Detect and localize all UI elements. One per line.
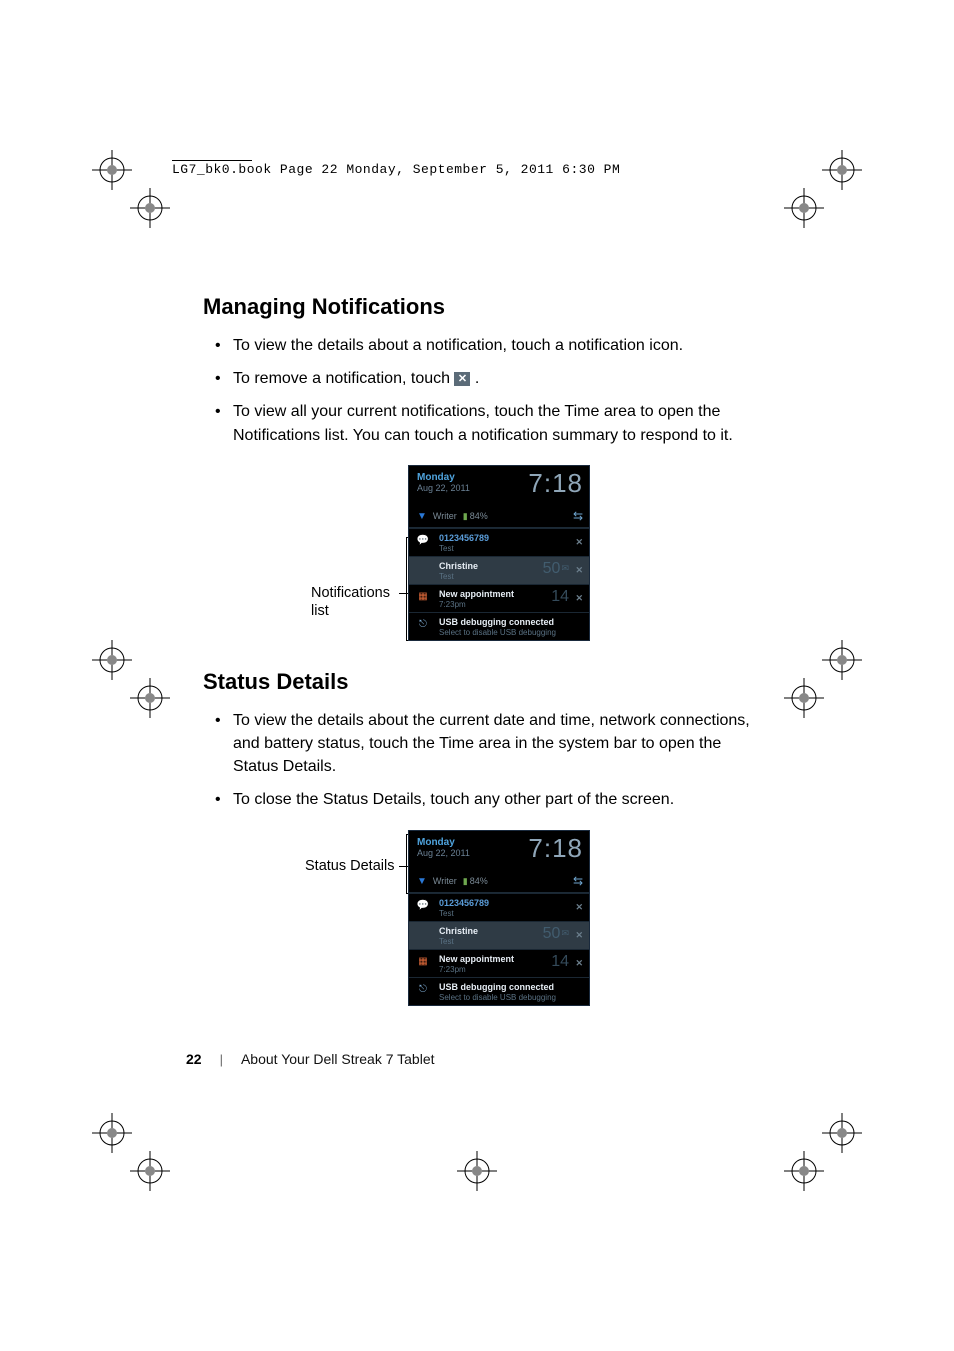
bullet-item: To view the details about a notification… [233,334,759,357]
network-label: Writer [433,876,457,886]
clock-label: 7:18 [528,833,583,864]
settings-sliders-icon: ⇆ [573,509,583,523]
chat-icon: 💬 [415,900,431,912]
count-badge: 14 [551,953,569,971]
panel-header: Monday Aug 22, 2011 7:18 [409,831,589,871]
status-row: ▼ Writer 84% ⇆ [409,871,589,893]
notification-row: Christine Test 50✉ ✕ [409,921,589,949]
close-icon: ✕ [575,565,583,576]
bullet-item: To close the Status Details, touch any o… [233,788,759,811]
envelope-icon: ✉ [561,928,569,938]
footer-separator: | [220,1052,223,1067]
notification-row: ⎋ USB debugging connected Select to disa… [409,612,589,640]
bullet-text-suffix: . [475,370,479,387]
notif-title: New appointment [439,954,514,964]
heading-managing-notifications: Managing Notifications [203,294,759,320]
chat-icon: 💬 [415,535,431,547]
crop-mark [92,1113,132,1153]
heading-status-details: Status Details [203,669,759,695]
close-icon: ✕ [454,372,470,386]
notification-row: 💬 0123456789 Test ✕ [409,893,589,921]
count-badge: 50✉ [543,925,569,943]
bullet-text: To view all your current notifications, … [233,403,733,443]
calendar-icon: ▦ [415,591,431,603]
close-icon: ✕ [575,593,583,604]
screenshot-panel: Monday Aug 22, 2011 7:18 ▼ Writer 84% ⇆ … [408,465,590,641]
envelope-icon: ✉ [561,563,569,573]
notif-sub: Test [439,544,583,553]
battery-label: 84% [463,511,488,522]
crop-mark [457,1151,497,1191]
page-number: 22 [186,1051,202,1067]
notif-title: 0123456789 [439,898,489,908]
count-badge: 50✉ [543,560,569,578]
notif-sub: Test [439,909,583,918]
bullet-text: To view the details about a notification… [233,337,683,354]
close-icon: ✕ [575,930,583,941]
figure-status-details: Status Details Monday Aug 22, 2011 7:18 … [203,830,759,1010]
screenshot-panel: Monday Aug 22, 2011 7:18 ▼ Writer 84% ⇆ … [408,830,590,1006]
notification-row: ▦ New appointment 7:23pm 14 ✕ [409,949,589,977]
notif-title: USB debugging connected [439,982,554,992]
bullet-item: To view all your current notifications, … [233,400,759,446]
close-icon: ✕ [575,902,583,913]
bullet-item: To view the details about the current da… [233,709,759,779]
close-icon: ✕ [575,958,583,969]
notification-row: 💬 0123456789 Test ✕ [409,528,589,556]
notif-title: Christine [439,926,478,936]
bullet-list-1: To view the details about a notification… [203,334,759,447]
bullet-text: To view the details about the current da… [233,712,750,775]
notif-title: 0123456789 [439,533,489,543]
crop-mark [822,640,862,680]
notif-sub: Select to disable USB debugging [439,628,583,637]
crop-mark [130,678,170,718]
callout-label: Status Details [305,858,394,874]
bullet-item: To remove a notification, touch ✕ . [233,367,759,390]
callout-label: list [311,603,329,619]
notification-row: Christine Test 50✉ ✕ [409,556,589,584]
crop-mark [130,188,170,228]
calendar-icon: ▦ [415,956,431,968]
bullet-list-2: To view the details about the current da… [203,709,759,812]
callout-label: Notifications [311,585,390,601]
crop-mark [130,1151,170,1191]
usb-icon: ⎋ [415,619,431,631]
usb-icon: ⎋ [415,984,431,996]
crop-mark [784,188,824,228]
notification-row: ⎋ USB debugging connected Select to disa… [409,977,589,1005]
print-header-text: LG7_bk0.book Page 22 Monday, September 5… [172,162,620,177]
crop-mark [822,150,862,190]
page-footer: 22 | About Your Dell Streak 7 Tablet [186,1051,435,1067]
crop-mark [92,640,132,680]
footer-title: About Your Dell Streak 7 Tablet [241,1051,435,1067]
wifi-icon: ▼ [417,876,427,887]
bullet-text: To close the Status Details, touch any o… [233,791,674,808]
crop-mark [822,1113,862,1153]
panel-header: Monday Aug 22, 2011 7:18 [409,466,589,506]
wifi-icon: ▼ [417,511,427,522]
count-badge: 14 [551,588,569,606]
battery-label: 84% [463,876,488,887]
notif-title: USB debugging connected [439,617,554,627]
figure-notifications-list: Notifications list Monday Aug 22, 2011 7… [203,465,759,645]
crop-mark [784,678,824,718]
network-label: Writer [433,511,457,521]
close-icon: ✕ [575,537,583,548]
clock-label: 7:18 [528,468,583,499]
status-row: ▼ Writer 84% ⇆ [409,506,589,528]
notif-title: Christine [439,561,478,571]
settings-sliders-icon: ⇆ [573,874,583,888]
print-header: LG7_bk0.book Page 22 Monday, September 5… [172,162,620,177]
crop-mark [92,150,132,190]
notification-row: ▦ New appointment 7:23pm 14 ✕ [409,584,589,612]
notif-sub: Select to disable USB debugging [439,993,583,1002]
crop-mark [784,1151,824,1191]
page-content: Managing Notifications To view the detai… [203,294,759,1022]
bullet-text: To remove a notification, touch [233,370,454,387]
notif-title: New appointment [439,589,514,599]
